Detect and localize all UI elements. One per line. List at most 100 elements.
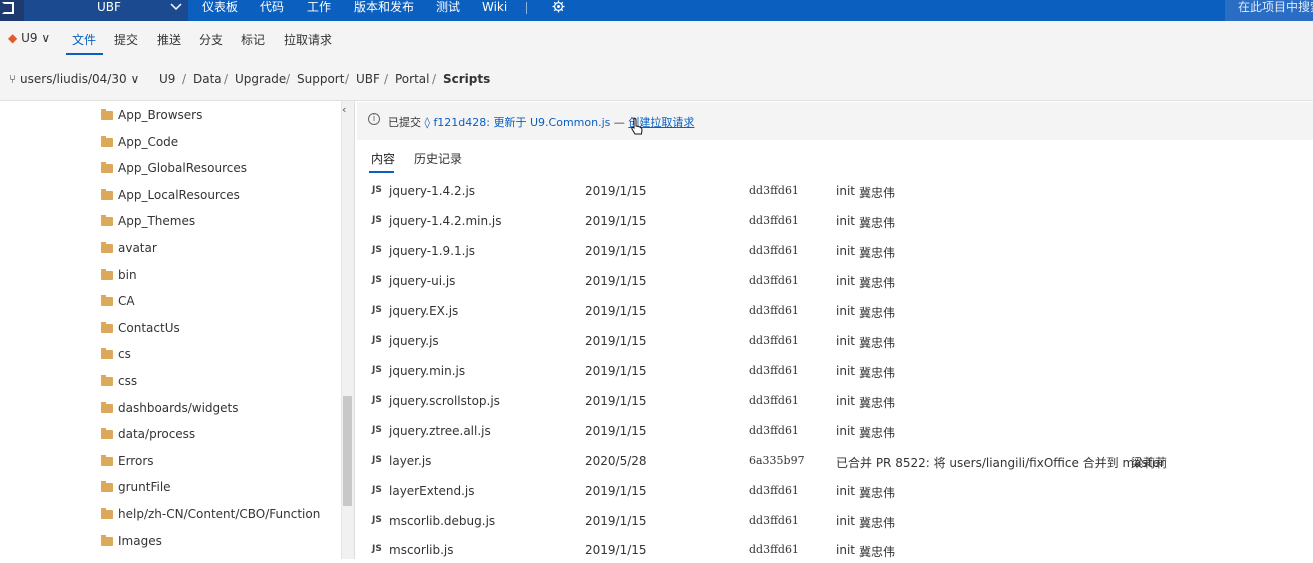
tree-item-app-code[interactable]: App_Code (101, 135, 178, 153)
file-name[interactable]: jquery.min.js (389, 364, 465, 378)
git-repo-icon: ◆ (8, 31, 18, 45)
tree-item-contactus[interactable]: ContactUs (101, 321, 180, 339)
file-row[interactable]: JS jquery.js 2019/1/15 dd3ffd61 init 冀忠伟 (369, 334, 1309, 354)
nav-test[interactable]: 测试 (436, 0, 460, 14)
file-row[interactable]: JS jquery.scrollstop.js 2019/1/15 dd3ffd61 i… (369, 394, 1309, 414)
commit-message: init (836, 304, 855, 318)
gear-icon[interactable] (552, 0, 565, 13)
breadcrumb-support[interactable]: Support (297, 72, 344, 86)
tree-item-cs[interactable]: cs (101, 347, 131, 365)
tab-branches[interactable]: 分支 (199, 31, 223, 48)
tree-item-avatar[interactable]: avatar (101, 241, 157, 259)
tree-item-gruntfile[interactable]: gruntFile (101, 480, 171, 498)
tree-item-dashboards-widgets[interactable]: dashboards/widgets (101, 401, 239, 419)
commit-hash[interactable]: dd3ffd61 (749, 514, 799, 527)
file-name[interactable]: layerExtend.js (389, 484, 475, 498)
tree-item-css[interactable]: css (101, 374, 137, 392)
file-name[interactable]: jquery.scrollstop.js (389, 394, 500, 408)
file-row[interactable]: JS jquery-1.4.2.js 2019/1/15 dd3ffd61 init 冀忠… (369, 184, 1309, 204)
file-row[interactable]: JS jquery.min.js 2019/1/15 dd3ffd61 init 冀忠伟 (369, 364, 1309, 384)
panel-divider[interactable] (354, 101, 355, 559)
file-name[interactable]: jquery.js (389, 334, 439, 348)
tree-item-help[interactable]: help/zh-CN/Content/CBO/Function (101, 507, 320, 525)
commit-hash[interactable]: 6a335b97 (749, 454, 805, 467)
tree-item-label: App_GlobalResources (118, 161, 248, 175)
tree-item-data-process[interactable]: data/process (101, 427, 195, 445)
tree-item-app-localresources[interactable]: App_LocalResources (101, 188, 240, 206)
file-date: 2019/1/15 (585, 274, 647, 288)
commit-hash[interactable]: dd3ffd61 (749, 244, 799, 257)
commit-hash[interactable]: dd3ffd61 (749, 334, 799, 347)
nav-work[interactable]: 工作 (307, 0, 331, 14)
file-name[interactable]: jquery-1.9.1.js (389, 244, 475, 258)
commit-hash[interactable]: dd3ffd61 (749, 274, 799, 287)
repo-selector[interactable]: ◆ U9 ∨ (8, 31, 50, 45)
file-name[interactable]: jquery-1.4.2.min.js (389, 214, 501, 228)
commit-hash[interactable]: dd3ffd61 (749, 214, 799, 227)
file-row[interactable]: JS jquery-ui.js 2019/1/15 dd3ffd61 init 冀忠伟 (369, 274, 1309, 294)
tab-commits[interactable]: 提交 (114, 31, 138, 48)
tree-item-errors[interactable]: Errors (101, 454, 154, 472)
tree-item-app-themes[interactable]: App_Themes (101, 214, 195, 232)
tab-history[interactable]: 历史记录 (414, 150, 462, 167)
file-name[interactable]: jquery.EX.js (389, 304, 458, 318)
breadcrumb-data[interactable]: Data (193, 72, 222, 86)
azure-devops-logo[interactable] (0, 0, 24, 21)
breadcrumb-separator: / (345, 72, 350, 86)
file-name[interactable]: jquery-1.4.2.js (389, 184, 475, 198)
breadcrumb-ubf[interactable]: UBF (356, 72, 380, 86)
file-date: 2019/1/15 (585, 184, 647, 198)
file-name[interactable]: mscorlib.js (389, 543, 454, 557)
breadcrumb-upgrade[interactable]: Upgrade (235, 72, 286, 86)
file-name[interactable]: mscorlib.debug.js (389, 514, 495, 528)
breadcrumb-u9[interactable]: U9 (159, 72, 175, 86)
tree-item-ca[interactable]: CA (101, 294, 135, 312)
commit-hash[interactable]: dd3ffd61 (749, 424, 799, 437)
file-row[interactable]: JS mscorlib.js 2019/1/15 dd3ffd61 init 冀忠伟 (369, 543, 1309, 563)
nav-wiki[interactable]: Wiki (482, 0, 507, 14)
commit-hash[interactable]: dd3ffd61 (749, 364, 799, 377)
file-row[interactable]: JS layerExtend.js 2019/1/15 dd3ffd61 init 冀忠伟 (369, 484, 1309, 504)
tree-item-label: CA (118, 294, 135, 308)
file-row[interactable]: JS jquery-1.4.2.min.js 2019/1/15 dd3ffd61 in… (369, 214, 1309, 234)
file-row[interactable]: JS jquery.EX.js 2019/1/15 dd3ffd61 init 冀忠伟 (369, 304, 1309, 324)
project-selector[interactable]: UBF (24, 0, 188, 21)
commit-hash[interactable]: dd3ffd61 (749, 304, 799, 317)
tab-files[interactable]: 文件 (72, 31, 96, 48)
file-name[interactable]: jquery.ztree.all.js (389, 424, 491, 438)
commit-link[interactable]: ◊ f121d428: 更新于 U9.Common.js (425, 116, 611, 129)
tab-pushes[interactable]: 推送 (157, 31, 181, 48)
collapse-panel-icon[interactable]: ‹ (342, 103, 346, 116)
commit-hash[interactable]: dd3ffd61 (749, 543, 799, 556)
nav-dashboard[interactable]: 仪表板 (202, 0, 238, 14)
tree-item-label: App_Themes (118, 214, 196, 228)
tree-scrollbar-thumb[interactable] (343, 396, 352, 506)
commit-author: 冀忠伟 (859, 516, 896, 530)
file-row[interactable]: JS jquery-1.9.1.js 2019/1/15 dd3ffd61 init 冀忠… (369, 244, 1309, 264)
banner-text: 已提交 ◊ f121d428: 更新于 U9.Common.js — 创建拉取请… (388, 114, 694, 130)
tab-pull-requests[interactable]: 拉取请求 (284, 31, 332, 48)
info-icon: i (368, 113, 380, 125)
search-input[interactable]: 在此项目中搜索 (1225, 0, 1313, 21)
file-name[interactable]: jquery-ui.js (389, 274, 455, 288)
tree-item-bin[interactable]: bin (101, 268, 137, 286)
tab-contents[interactable]: 内容 (371, 150, 395, 167)
file-row[interactable]: JS jquery.ztree.all.js 2019/1/15 dd3ffd61 in… (369, 424, 1309, 444)
tab-tags[interactable]: 标记 (241, 31, 265, 48)
breadcrumb-portal[interactable]: Portal (395, 72, 429, 86)
folder-icon (101, 428, 113, 439)
file-row[interactable]: JS mscorlib.debug.js 2019/1/15 dd3ffd61 init… (369, 514, 1309, 534)
commit-hash[interactable]: dd3ffd61 (749, 394, 799, 407)
file-row[interactable]: JS layer.js 2020/5/28 6a335b97 已合并 PR 8522: … (369, 454, 1309, 474)
branch-selector[interactable]: ⑂ users/liudis/04/30 ∨ (9, 72, 139, 86)
commit-hash[interactable]: dd3ffd61 (749, 484, 799, 497)
js-file-icon: JS (372, 215, 382, 225)
tree-item-images[interactable]: Images (101, 534, 162, 552)
file-name[interactable]: layer.js (389, 454, 431, 468)
tree-item-label: ContactUs (118, 321, 180, 335)
commit-hash[interactable]: dd3ffd61 (749, 184, 799, 197)
nav-code[interactable]: 代码 (260, 0, 285, 14)
nav-releases[interactable]: 版本和发布 (354, 0, 414, 14)
tree-item-app-globalresources[interactable]: App_GlobalResources (101, 161, 247, 179)
tree-item-app-browsers[interactable]: App_Browsers (101, 108, 202, 126)
